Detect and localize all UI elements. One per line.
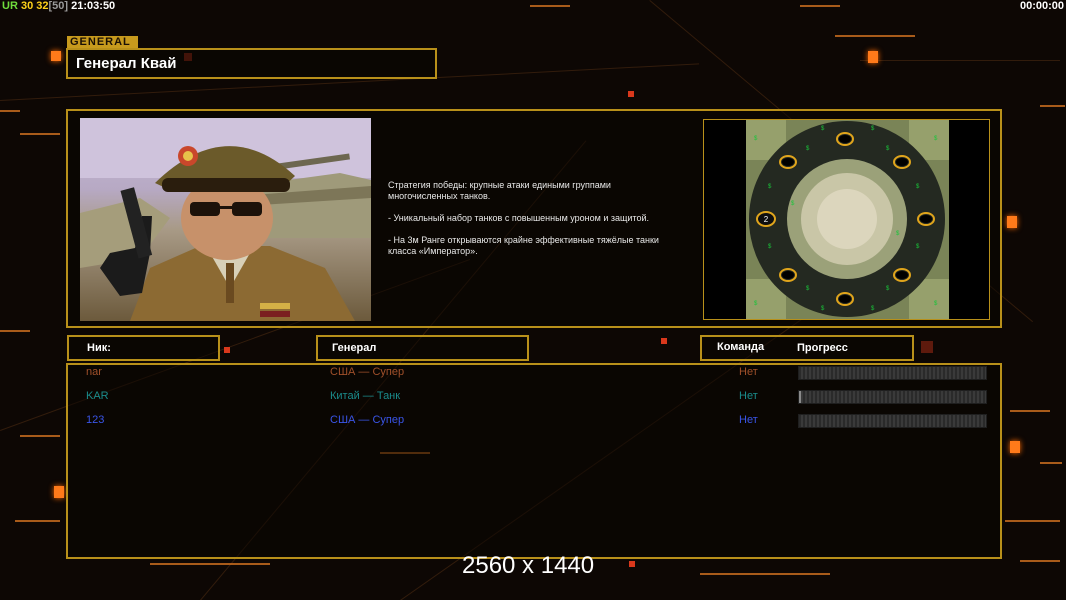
player-row[interactable]: KAR Китай — Танк Нет xyxy=(86,390,987,404)
team-progress-header: Команда Прогресс xyxy=(700,335,914,361)
ur-label: UR xyxy=(2,0,18,12)
game-timer: 00:00:00 xyxy=(1019,0,1064,12)
player-progress-bar xyxy=(798,390,987,404)
general-header-label: Генерал xyxy=(332,342,377,354)
team-header-label: Команда xyxy=(717,341,765,353)
start-position-label: 2 xyxy=(764,215,769,224)
player-general[interactable]: США — Супер xyxy=(330,414,404,426)
stat-value-1: 30 xyxy=(20,0,34,12)
nick-header: Ник: xyxy=(67,335,220,361)
clock: 21:03:50 xyxy=(71,0,116,12)
general-tag: GENERAL xyxy=(67,36,138,48)
player-progress-bar xyxy=(798,414,987,428)
map-image: 2 $ $ $ $ $ $ $ $ $ $ $ $ $ $ $ $ $$ xyxy=(746,120,949,319)
general-name: Генерал Квай xyxy=(76,55,177,72)
general-portrait xyxy=(80,118,371,321)
player-team[interactable]: Нет xyxy=(739,414,758,426)
progress-header-label: Прогресс xyxy=(797,342,848,354)
player-nick: 123 xyxy=(86,414,105,426)
network-stats: UR 30 32[50] 21:03:50 xyxy=(2,0,115,12)
general-header: Генерал xyxy=(316,335,529,361)
portrait-image xyxy=(80,118,371,321)
general-description: Стратегия победы: крупные атаки едиными … xyxy=(388,180,659,256)
resolution-label: 2560 x 1440 xyxy=(462,552,595,579)
map-preview[interactable]: 2 $ $ $ $ $ $ $ $ $ $ $ $ $ $ $ $ $ $ xyxy=(746,120,949,319)
nick-header-label: Ник: xyxy=(87,342,111,354)
player-progress-fill xyxy=(799,391,801,403)
player-progress-bar xyxy=(798,366,987,380)
start-position-marker[interactable]: 2 xyxy=(756,211,776,227)
player-nick: nar xyxy=(86,366,102,378)
player-general[interactable]: Китай — Танк xyxy=(330,390,400,402)
player-team[interactable]: Нет xyxy=(739,366,758,378)
general-title-box: Генерал Квай xyxy=(66,48,437,79)
status-bar: UR 30 32[50] 21:03:50 00:00:00 xyxy=(0,0,1066,13)
player-team[interactable]: Нет xyxy=(739,390,758,402)
player-row[interactable]: 123 США — Супер Нет xyxy=(86,414,987,428)
player-general[interactable]: США — Супер xyxy=(330,366,404,378)
player-row[interactable]: nar США — Супер Нет xyxy=(86,366,987,380)
player-nick: KAR xyxy=(86,390,109,402)
stat-value-3: [50] xyxy=(48,0,69,12)
stat-value-2: 32 xyxy=(36,0,49,12)
